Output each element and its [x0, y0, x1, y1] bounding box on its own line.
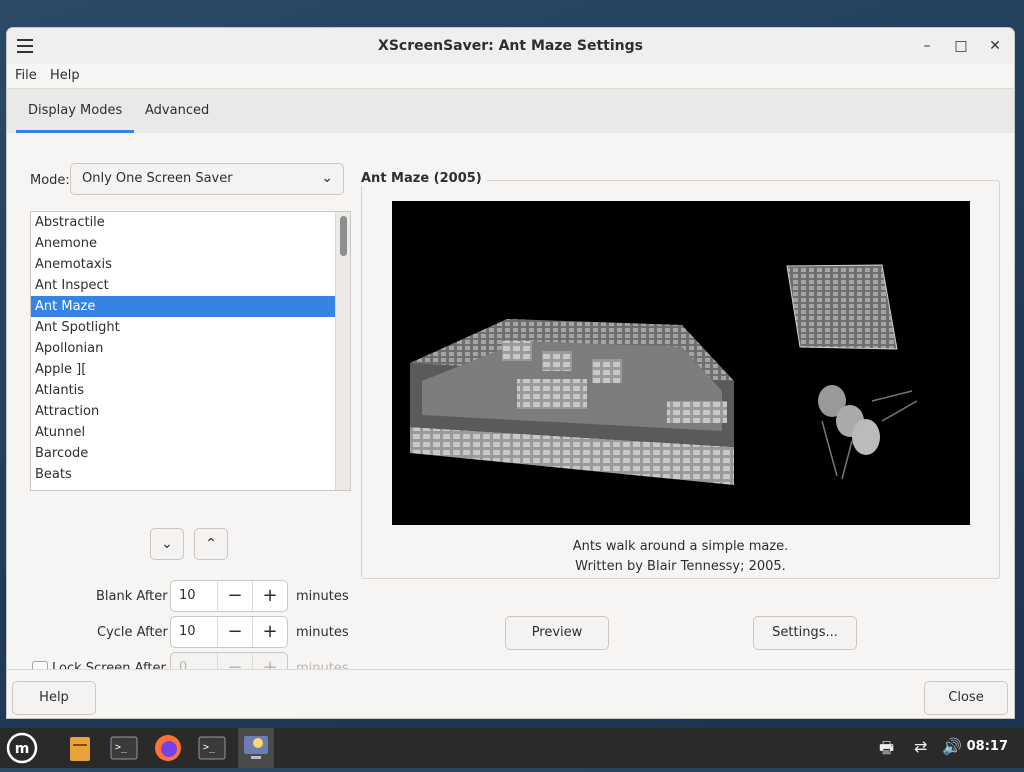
- saver-credit: Written by Blair Tennessy; 2005.: [575, 559, 786, 574]
- svg-text:>_: >_: [115, 742, 128, 753]
- blank-after-stepper[interactable]: 10 − +: [170, 580, 288, 612]
- svg-text:>_: >_: [203, 742, 216, 753]
- maximize-button[interactable]: □: [951, 36, 971, 56]
- saver-list-item[interactable]: Beats: [31, 464, 335, 485]
- cycle-after-value[interactable]: 10: [179, 624, 196, 639]
- chevron-down-icon: ⌄: [161, 536, 173, 552]
- files-icon[interactable]: [64, 732, 96, 764]
- cycle-after-unit: minutes: [296, 625, 349, 640]
- blank-after-label: Blank After: [96, 589, 168, 604]
- saver-list-item[interactable]: Apple ][: [31, 359, 335, 380]
- tab-bar: Display Modes Advanced: [7, 88, 1014, 134]
- tab-advanced[interactable]: Advanced: [133, 89, 221, 133]
- blank-after-unit: minutes: [296, 589, 349, 604]
- svg-text:m: m: [15, 741, 30, 757]
- preview-button[interactable]: Preview: [505, 616, 609, 650]
- move-down-button[interactable]: ⌄: [150, 528, 184, 560]
- move-up-button[interactable]: ⌃: [194, 528, 228, 560]
- saver-list-item[interactable]: Ant Spotlight: [31, 317, 335, 338]
- minimize-button[interactable]: –: [917, 36, 937, 56]
- chevron-down-icon: ⌄: [321, 170, 333, 186]
- cycle-after-stepper[interactable]: 10 − +: [170, 616, 288, 648]
- saver-title: Ant Maze (2005): [361, 171, 486, 186]
- network-icon[interactable]: ⇄: [914, 737, 927, 756]
- dialog-button-bar: Help Close: [7, 669, 1014, 718]
- volume-icon[interactable]: 🔊: [942, 737, 962, 756]
- ant-maze-render: [410, 264, 918, 485]
- cycle-after-label: Cycle After: [97, 625, 168, 640]
- saver-list-item[interactable]: Attraction: [31, 401, 335, 422]
- menu-file[interactable]: File: [15, 68, 37, 83]
- taskbar: m >_ >_ 🖶 ⇄ 🔊 08:17: [0, 728, 1024, 768]
- list-scrollbar[interactable]: [335, 212, 350, 490]
- saver-list-item[interactable]: Ant Inspect: [31, 275, 335, 296]
- mode-value: Only One Screen Saver: [82, 171, 233, 186]
- mode-select[interactable]: Only One Screen Saver ⌄: [70, 163, 344, 195]
- mint-menu-icon[interactable]: m: [6, 732, 38, 764]
- terminal-icon[interactable]: >_: [196, 732, 228, 764]
- firefox-icon[interactable]: [152, 732, 184, 764]
- preview-screen: [392, 201, 970, 525]
- mode-label: Mode:: [30, 173, 70, 188]
- settings-window: XScreenSaver: Ant Maze Settings – □ ✕ Fi…: [7, 28, 1014, 718]
- screensaver-task-icon[interactable]: [238, 728, 274, 768]
- terminal-icon[interactable]: >_: [108, 732, 140, 764]
- menu-help[interactable]: Help: [50, 68, 80, 83]
- close-button[interactable]: Close: [924, 681, 1008, 715]
- display-modes-panel: Mode: Only One Screen Saver ⌄ Abstractil…: [7, 133, 1014, 684]
- menu-bar: File Help: [7, 64, 1014, 88]
- close-window-button[interactable]: ✕: [985, 36, 1005, 56]
- saver-list-item[interactable]: Atlantis: [31, 380, 335, 401]
- saver-list-item[interactable]: Atunnel: [31, 422, 335, 443]
- settings-button[interactable]: Settings...: [753, 616, 857, 650]
- saver-description: Ants walk around a simple maze.: [572, 539, 789, 554]
- cycle-after-decrement[interactable]: −: [217, 617, 252, 647]
- saver-list-item[interactable]: Abstractile: [31, 212, 335, 233]
- cycle-after-increment[interactable]: +: [252, 617, 287, 647]
- window-title: XScreenSaver: Ant Maze Settings: [378, 38, 643, 54]
- scroll-thumb[interactable]: [340, 216, 347, 256]
- saver-list-item[interactable]: Ant Maze: [31, 296, 335, 317]
- saver-list-item[interactable]: Barcode: [31, 443, 335, 464]
- title-bar: XScreenSaver: Ant Maze Settings – □ ✕: [7, 28, 1014, 65]
- blank-after-increment[interactable]: +: [252, 581, 287, 611]
- tab-display-modes[interactable]: Display Modes: [16, 89, 135, 133]
- help-button[interactable]: Help: [12, 681, 96, 715]
- saver-list-item[interactable]: Anemone: [31, 233, 335, 254]
- saver-list[interactable]: Abstractile Anemone Anemotaxis Ant Inspect A…: [30, 211, 351, 491]
- printer-icon[interactable]: 🖶: [879, 737, 894, 764]
- saver-list-item[interactable]: Anemotaxis: [31, 254, 335, 275]
- saver-list-item[interactable]: Apollonian: [31, 338, 335, 359]
- blank-after-value[interactable]: 10: [179, 588, 196, 603]
- chevron-up-icon: ⌃: [205, 536, 217, 552]
- clock[interactable]: 08:17: [967, 739, 1008, 754]
- blank-after-decrement[interactable]: −: [217, 581, 252, 611]
